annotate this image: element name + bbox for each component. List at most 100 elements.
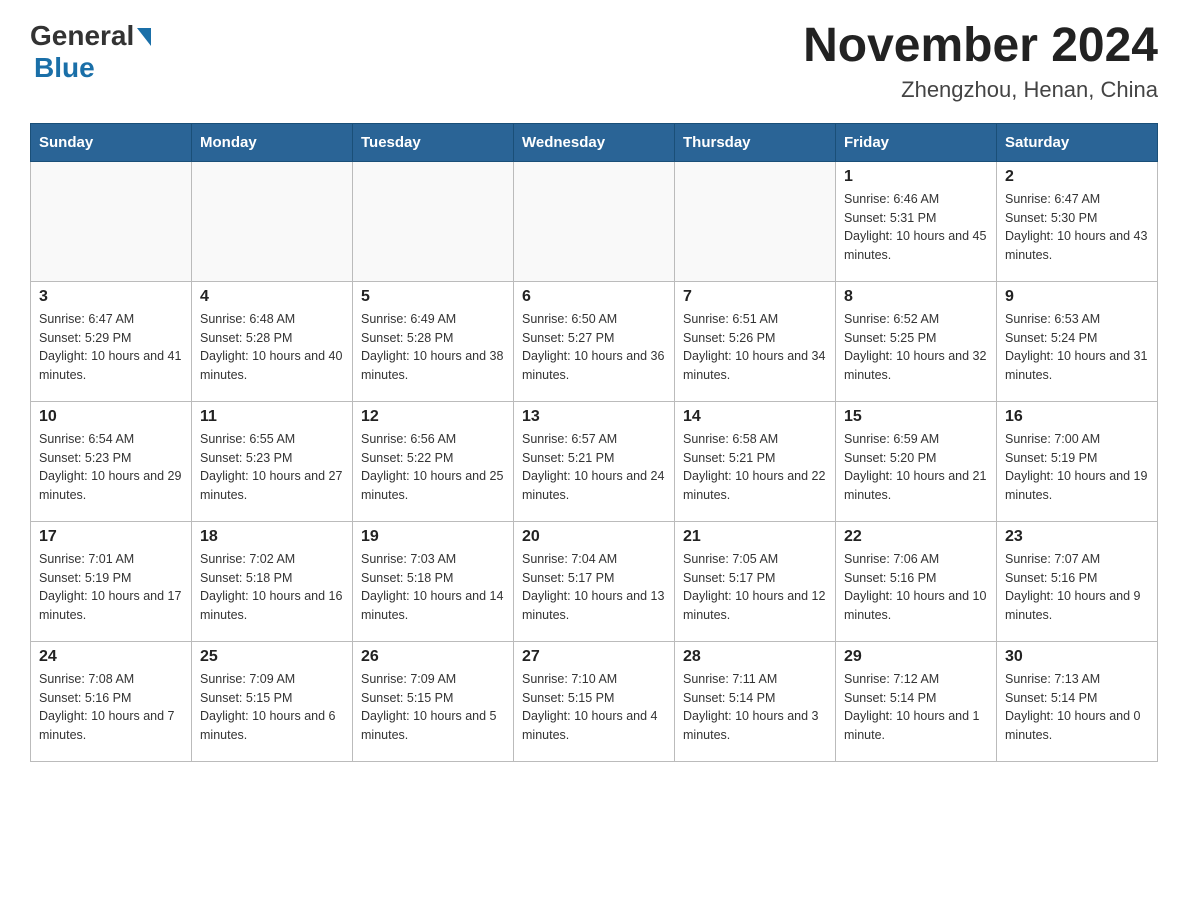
- calendar-cell: 11 Sunrise: 6:55 AM Sunset: 5:23 PM Dayli…: [192, 401, 353, 521]
- calendar-cell: [353, 161, 514, 281]
- calendar-week-1: 1 Sunrise: 6:46 AM Sunset: 5:31 PM Daylig…: [31, 161, 1158, 281]
- col-wednesday: Wednesday: [514, 123, 675, 161]
- day-info: Sunrise: 7:13 AM Sunset: 5:14 PM Dayligh…: [1005, 670, 1149, 745]
- calendar-cell: 10 Sunrise: 6:54 AM Sunset: 5:23 PM Dayli…: [31, 401, 192, 521]
- calendar-table: Sunday Monday Tuesday Wednesday Thursday…: [30, 123, 1158, 762]
- day-info: Sunrise: 6:49 AM Sunset: 5:28 PM Dayligh…: [361, 310, 505, 385]
- day-info: Sunrise: 6:48 AM Sunset: 5:28 PM Dayligh…: [200, 310, 344, 385]
- day-number: 22: [844, 528, 988, 546]
- title-area: November 2024 Zhengzhou, Henan, China: [803, 20, 1158, 103]
- day-info: Sunrise: 6:53 AM Sunset: 5:24 PM Dayligh…: [1005, 310, 1149, 385]
- calendar-cell: 27 Sunrise: 7:10 AM Sunset: 5:15 PM Dayli…: [514, 641, 675, 761]
- col-sunday: Sunday: [31, 123, 192, 161]
- day-info: Sunrise: 7:03 AM Sunset: 5:18 PM Dayligh…: [361, 550, 505, 625]
- day-number: 29: [844, 648, 988, 666]
- calendar-cell: [31, 161, 192, 281]
- calendar-cell: 17 Sunrise: 7:01 AM Sunset: 5:19 PM Dayli…: [31, 521, 192, 641]
- calendar-cell: 20 Sunrise: 7:04 AM Sunset: 5:17 PM Dayli…: [514, 521, 675, 641]
- day-number: 23: [1005, 528, 1149, 546]
- calendar-cell: 16 Sunrise: 7:00 AM Sunset: 5:19 PM Dayli…: [997, 401, 1158, 521]
- calendar-cell: 14 Sunrise: 6:58 AM Sunset: 5:21 PM Dayli…: [675, 401, 836, 521]
- day-info: Sunrise: 6:50 AM Sunset: 5:27 PM Dayligh…: [522, 310, 666, 385]
- calendar-cell: 13Sunrise: 6:57 AM Sunset: 5:21 PM Dayli…: [514, 401, 675, 521]
- day-info: Sunrise: 6:55 AM Sunset: 5:23 PM Dayligh…: [200, 430, 344, 505]
- day-number: 21: [683, 528, 827, 546]
- calendar-cell: 2 Sunrise: 6:47 AM Sunset: 5:30 PM Daylig…: [997, 161, 1158, 281]
- col-monday: Monday: [192, 123, 353, 161]
- day-info: Sunrise: 7:09 AM Sunset: 5:15 PM Dayligh…: [361, 670, 505, 745]
- calendar-week-3: 10 Sunrise: 6:54 AM Sunset: 5:23 PM Dayli…: [31, 401, 1158, 521]
- day-info: Sunrise: 6:54 AM Sunset: 5:23 PM Dayligh…: [39, 430, 183, 505]
- day-info: Sunrise: 6:52 AM Sunset: 5:25 PM Dayligh…: [844, 310, 988, 385]
- calendar-cell: [192, 161, 353, 281]
- day-number: 30: [1005, 648, 1149, 666]
- day-number: 1: [844, 168, 988, 186]
- calendar-week-5: 24Sunrise: 7:08 AM Sunset: 5:16 PM Dayli…: [31, 641, 1158, 761]
- calendar-cell: 8 Sunrise: 6:52 AM Sunset: 5:25 PM Daylig…: [836, 281, 997, 401]
- day-info: Sunrise: 6:59 AM Sunset: 5:20 PM Dayligh…: [844, 430, 988, 505]
- calendar-cell: 5 Sunrise: 6:49 AM Sunset: 5:28 PM Daylig…: [353, 281, 514, 401]
- calendar-cell: 12 Sunrise: 6:56 AM Sunset: 5:22 PM Dayli…: [353, 401, 514, 521]
- day-info: Sunrise: 6:51 AM Sunset: 5:26 PM Dayligh…: [683, 310, 827, 385]
- calendar-cell: 9 Sunrise: 6:53 AM Sunset: 5:24 PM Daylig…: [997, 281, 1158, 401]
- day-number: 3: [39, 288, 183, 306]
- calendar-cell: 22 Sunrise: 7:06 AM Sunset: 5:16 PM Dayli…: [836, 521, 997, 641]
- day-info: Sunrise: 7:12 AM Sunset: 5:14 PM Dayligh…: [844, 670, 988, 745]
- day-number: 7: [683, 288, 827, 306]
- day-info: Sunrise: 7:10 AM Sunset: 5:15 PM Dayligh…: [522, 670, 666, 745]
- day-info: Sunrise: 6:47 AM Sunset: 5:29 PM Dayligh…: [39, 310, 183, 385]
- day-number: 27: [522, 648, 666, 666]
- day-number: 18: [200, 528, 344, 546]
- calendar-body: 1 Sunrise: 6:46 AM Sunset: 5:31 PM Daylig…: [31, 161, 1158, 761]
- day-info: Sunrise: 7:11 AM Sunset: 5:14 PM Dayligh…: [683, 670, 827, 745]
- location: Zhengzhou, Henan, China: [803, 77, 1158, 103]
- day-number: 4: [200, 288, 344, 306]
- day-info: Sunrise: 6:56 AM Sunset: 5:22 PM Dayligh…: [361, 430, 505, 505]
- day-number: 2: [1005, 168, 1149, 186]
- logo-general-text: General: [30, 20, 134, 52]
- col-thursday: Thursday: [675, 123, 836, 161]
- header-row: Sunday Monday Tuesday Wednesday Thursday…: [31, 123, 1158, 161]
- day-info: Sunrise: 7:05 AM Sunset: 5:17 PM Dayligh…: [683, 550, 827, 625]
- day-number: 10: [39, 408, 183, 426]
- day-info: Sunrise: 6:46 AM Sunset: 5:31 PM Dayligh…: [844, 190, 988, 265]
- day-info: Sunrise: 7:01 AM Sunset: 5:19 PM Dayligh…: [39, 550, 183, 625]
- calendar-cell: 6Sunrise: 6:50 AM Sunset: 5:27 PM Daylig…: [514, 281, 675, 401]
- calendar-week-2: 3 Sunrise: 6:47 AM Sunset: 5:29 PM Daylig…: [31, 281, 1158, 401]
- day-number: 16: [1005, 408, 1149, 426]
- day-info: Sunrise: 7:00 AM Sunset: 5:19 PM Dayligh…: [1005, 430, 1149, 505]
- day-number: 8: [844, 288, 988, 306]
- day-info: Sunrise: 6:58 AM Sunset: 5:21 PM Dayligh…: [683, 430, 827, 505]
- day-number: 17: [39, 528, 183, 546]
- day-info: Sunrise: 6:57 AM Sunset: 5:21 PM Dayligh…: [522, 430, 666, 505]
- day-number: 14: [683, 408, 827, 426]
- calendar-cell: 21 Sunrise: 7:05 AM Sunset: 5:17 PM Dayli…: [675, 521, 836, 641]
- day-info: Sunrise: 7:06 AM Sunset: 5:16 PM Dayligh…: [844, 550, 988, 625]
- day-number: 28: [683, 648, 827, 666]
- day-info: Sunrise: 6:47 AM Sunset: 5:30 PM Dayligh…: [1005, 190, 1149, 265]
- calendar-cell: 29 Sunrise: 7:12 AM Sunset: 5:14 PM Dayli…: [836, 641, 997, 761]
- day-number: 19: [361, 528, 505, 546]
- calendar-cell: [675, 161, 836, 281]
- calendar-cell: 30 Sunrise: 7:13 AM Sunset: 5:14 PM Dayli…: [997, 641, 1158, 761]
- day-number: 11: [200, 408, 344, 426]
- calendar-header: Sunday Monday Tuesday Wednesday Thursday…: [31, 123, 1158, 161]
- day-number: 12: [361, 408, 505, 426]
- calendar-cell: 25Sunrise: 7:09 AM Sunset: 5:15 PM Dayli…: [192, 641, 353, 761]
- month-title: November 2024: [803, 20, 1158, 73]
- day-info: Sunrise: 7:09 AM Sunset: 5:15 PM Dayligh…: [200, 670, 344, 745]
- day-number: 5: [361, 288, 505, 306]
- calendar-cell: 28 Sunrise: 7:11 AM Sunset: 5:14 PM Dayli…: [675, 641, 836, 761]
- day-info: Sunrise: 7:04 AM Sunset: 5:17 PM Dayligh…: [522, 550, 666, 625]
- day-number: 20: [522, 528, 666, 546]
- col-tuesday: Tuesday: [353, 123, 514, 161]
- logo-arrow-icon: [137, 28, 151, 46]
- day-info: Sunrise: 7:07 AM Sunset: 5:16 PM Dayligh…: [1005, 550, 1149, 625]
- calendar-cell: 24Sunrise: 7:08 AM Sunset: 5:16 PM Dayli…: [31, 641, 192, 761]
- day-number: 9: [1005, 288, 1149, 306]
- calendar-cell: 1 Sunrise: 6:46 AM Sunset: 5:31 PM Daylig…: [836, 161, 997, 281]
- calendar-cell: 18Sunrise: 7:02 AM Sunset: 5:18 PM Dayli…: [192, 521, 353, 641]
- calendar-cell: [514, 161, 675, 281]
- day-info: Sunrise: 7:08 AM Sunset: 5:16 PM Dayligh…: [39, 670, 183, 745]
- col-friday: Friday: [836, 123, 997, 161]
